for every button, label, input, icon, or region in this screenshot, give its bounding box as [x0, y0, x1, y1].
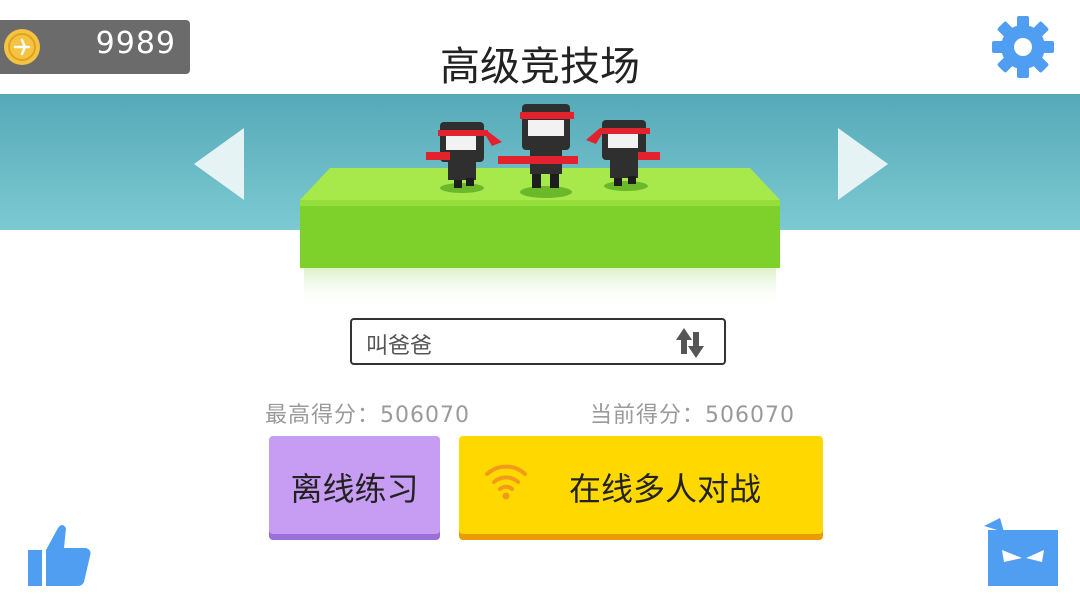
offline-practice-button[interactable]: 离线练习: [269, 436, 440, 534]
wifi-icon: [485, 464, 527, 500]
thumbs-up-icon[interactable]: [24, 520, 94, 590]
gear-icon[interactable]: [988, 12, 1058, 82]
chevron-right-icon[interactable]: [832, 124, 892, 204]
player-name-field[interactable]: 叫爸爸: [350, 318, 726, 365]
player-name: 叫爸爸: [366, 334, 433, 359]
online-multiplayer-button[interactable]: 在线多人对战: [459, 436, 823, 534]
current-score: 当前得分：506070: [590, 403, 795, 428]
page-title: 高级竞技场: [440, 44, 640, 90]
online-multiplayer-label: 在线多人对战: [569, 470, 762, 508]
best-score: 最高得分：506070: [265, 403, 470, 428]
offline-practice-label: 离线练习: [290, 470, 419, 508]
swap-arrows-icon[interactable]: [670, 324, 710, 362]
chevron-left-icon[interactable]: [190, 124, 250, 204]
ninja-face-icon[interactable]: [982, 516, 1062, 588]
arena-stage: [300, 104, 780, 308]
